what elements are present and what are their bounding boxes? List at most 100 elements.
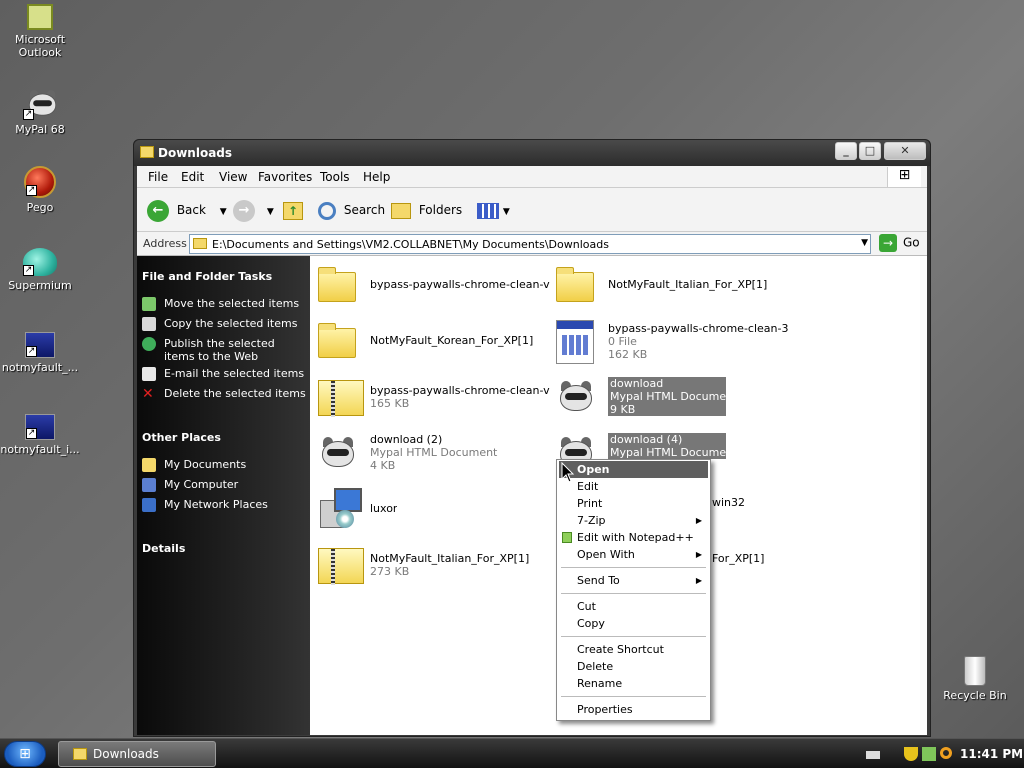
- context-menu: Open Edit Print 7-Zip ▶ Edit with Notepad…: [556, 459, 711, 721]
- views-button[interactable]: ▼: [477, 198, 510, 222]
- address-input[interactable]: E:\Documents and Settings\VM2.COLLABNET\…: [189, 234, 871, 254]
- folders-button[interactable]: Folders: [391, 198, 462, 222]
- back-label: Back: [176, 203, 206, 217]
- task-pane: File and Folder Tasks Move the selected …: [137, 256, 310, 735]
- details-header[interactable]: Details: [142, 542, 185, 555]
- minimize-button[interactable]: _: [835, 142, 857, 160]
- chevron-down-icon[interactable]: ▼: [861, 238, 868, 248]
- title-bar[interactable]: Downloads _ □ ✕: [134, 140, 930, 166]
- menu-item-edit[interactable]: Edit: [559, 478, 708, 495]
- task-publish[interactable]: Publish the selected items to the Web: [142, 337, 307, 363]
- maximize-button[interactable]: □: [859, 142, 881, 160]
- keyboard-icon[interactable]: [866, 751, 880, 759]
- search-icon[interactable]: [940, 747, 952, 759]
- menu-edit[interactable]: Edit: [181, 170, 204, 184]
- menu-separator: [561, 593, 706, 594]
- desktop-icon-label: notmyfault_...: [1, 361, 79, 374]
- folders-label: Folders: [418, 203, 463, 217]
- desktop-icon-recycle-bin[interactable]: Recycle Bin: [935, 656, 1015, 702]
- forward-button[interactable]: → ▼: [233, 198, 274, 222]
- zip-folder-icon: [318, 376, 364, 418]
- up-folder-icon: ↑: [283, 201, 303, 220]
- place-my-documents[interactable]: My Documents: [142, 458, 307, 472]
- go-button[interactable]: → Go: [879, 234, 920, 252]
- network-icon[interactable]: [922, 747, 936, 761]
- mypal-icon: [318, 432, 362, 474]
- task-move[interactable]: Move the selected items: [142, 297, 307, 311]
- file-item[interactable]: bypass-paywalls-chrome-clean-v... 165 KB: [314, 372, 550, 422]
- menu-tools[interactable]: Tools: [320, 170, 350, 184]
- pego-icon: ↗: [24, 166, 56, 198]
- chevron-down-icon: ▼: [502, 207, 510, 217]
- search-button[interactable]: Search: [318, 198, 385, 222]
- menu-item-copy[interactable]: Copy: [559, 615, 708, 632]
- clock[interactable]: 11:41 PM: [960, 747, 1023, 761]
- address-value: E:\Documents and Settings\VM2.COLLABNET\…: [212, 238, 609, 251]
- menu-item-open[interactable]: Open: [559, 461, 708, 478]
- task-email[interactable]: E-mail the selected items: [142, 367, 307, 381]
- task-copy[interactable]: Copy the selected items: [142, 317, 307, 331]
- taskbar: ⊞ Downloads 11:41 PM: [0, 738, 1024, 768]
- menu-item-send-to[interactable]: Send To ▶: [559, 572, 708, 589]
- views-icon: [477, 202, 499, 219]
- menu-help[interactable]: Help: [363, 170, 390, 184]
- file-item[interactable]: bypass-paywalls-chrome-clean-3.... 0 Fil…: [552, 316, 788, 366]
- place-my-network[interactable]: My Network Places: [142, 498, 307, 512]
- close-button[interactable]: ✕: [884, 142, 926, 160]
- recycle-bin-icon: [964, 656, 986, 686]
- menu-item-print[interactable]: Print: [559, 495, 708, 512]
- menu-item-properties[interactable]: Properties: [559, 701, 708, 718]
- back-button[interactable]: ← Back ▼: [147, 198, 227, 222]
- file-item[interactable]: NotMyFault_Italian_For_XP[1]: [552, 260, 782, 310]
- menu-item-label: Open With: [577, 548, 635, 561]
- desktop-icon-label: Microsoft Outlook: [14, 33, 66, 59]
- chevron-down-icon: ▼: [219, 207, 227, 217]
- copy-icon: [142, 317, 156, 331]
- file-item[interactable]: bypass-paywalls-chrome-clean-v...: [314, 260, 550, 310]
- task-delete[interactable]: ✕ Delete the selected items: [142, 387, 307, 401]
- desktop-icon-label: MyPal 68: [15, 123, 65, 136]
- notepadpp-icon: [562, 532, 572, 543]
- desktop-icon-notmyfault-2[interactable]: ↗ notmyfault_i...: [0, 414, 80, 456]
- desktop-icon-outlook[interactable]: Microsoft Outlook: [0, 4, 80, 59]
- search-label: Search: [343, 203, 386, 217]
- place-my-computer[interactable]: My Computer: [142, 478, 307, 492]
- menu-file[interactable]: File: [148, 170, 168, 184]
- menu-item-7zip[interactable]: 7-Zip ▶: [559, 512, 708, 529]
- other-places-header[interactable]: Other Places: [142, 431, 221, 444]
- window-title: Downloads: [158, 146, 233, 160]
- go-label: Go: [903, 235, 920, 250]
- explorer-window: Downloads _ □ ✕ File Edit View Favorites…: [133, 139, 931, 737]
- desktop-icon-notmyfault-1[interactable]: ↗ notmyfault_...: [0, 332, 80, 374]
- desktop-icon-label: Pego: [26, 201, 54, 214]
- taskbar-button-label: Downloads: [93, 747, 159, 761]
- menu-separator: [561, 636, 706, 637]
- back-arrow-icon: ←: [147, 199, 169, 222]
- mypal-icon: ↗: [23, 86, 57, 120]
- menu-item-rename[interactable]: Rename: [559, 675, 708, 692]
- zip-folder-icon: [318, 544, 364, 586]
- up-folder-button[interactable]: ↑: [283, 198, 303, 222]
- folder-icon: [318, 264, 362, 306]
- menu-item-delete[interactable]: Delete: [559, 658, 708, 675]
- menu-item-open-with[interactable]: Open With ▶: [559, 546, 708, 563]
- desktop-icon-supermium[interactable]: ↗ Supermium: [0, 248, 80, 292]
- menu-item-edit-notepadpp[interactable]: Edit with Notepad++: [559, 529, 708, 546]
- file-item[interactable]: NotMyFault_Korean_For_XP[1]: [314, 316, 544, 366]
- file-item[interactable]: download (2) Mypal HTML Document 4 KB: [314, 428, 544, 478]
- move-icon: [142, 297, 156, 311]
- shield-icon[interactable]: [904, 747, 918, 761]
- file-folder-tasks-header[interactable]: File and Folder Tasks: [142, 270, 272, 283]
- file-item[interactable]: luxor: [314, 484, 544, 534]
- desktop-icon-mypal[interactable]: ↗ MyPal 68: [0, 86, 80, 136]
- menu-favorites[interactable]: Favorites: [258, 170, 312, 184]
- start-button[interactable]: ⊞: [4, 741, 46, 767]
- taskbar-button-downloads[interactable]: Downloads: [58, 741, 216, 767]
- desktop-icon-pego[interactable]: ↗ Pego: [0, 166, 80, 214]
- menu-view[interactable]: View: [219, 170, 247, 184]
- file-item[interactable]: NotMyFault_Italian_For_XP[1] 273 KB: [314, 540, 544, 590]
- menu-item-cut[interactable]: Cut: [559, 598, 708, 615]
- folder-icon: [140, 146, 154, 158]
- file-item[interactable]: download Mypal HTML Document 9 KB: [552, 372, 782, 422]
- menu-item-create-shortcut[interactable]: Create Shortcut: [559, 641, 708, 658]
